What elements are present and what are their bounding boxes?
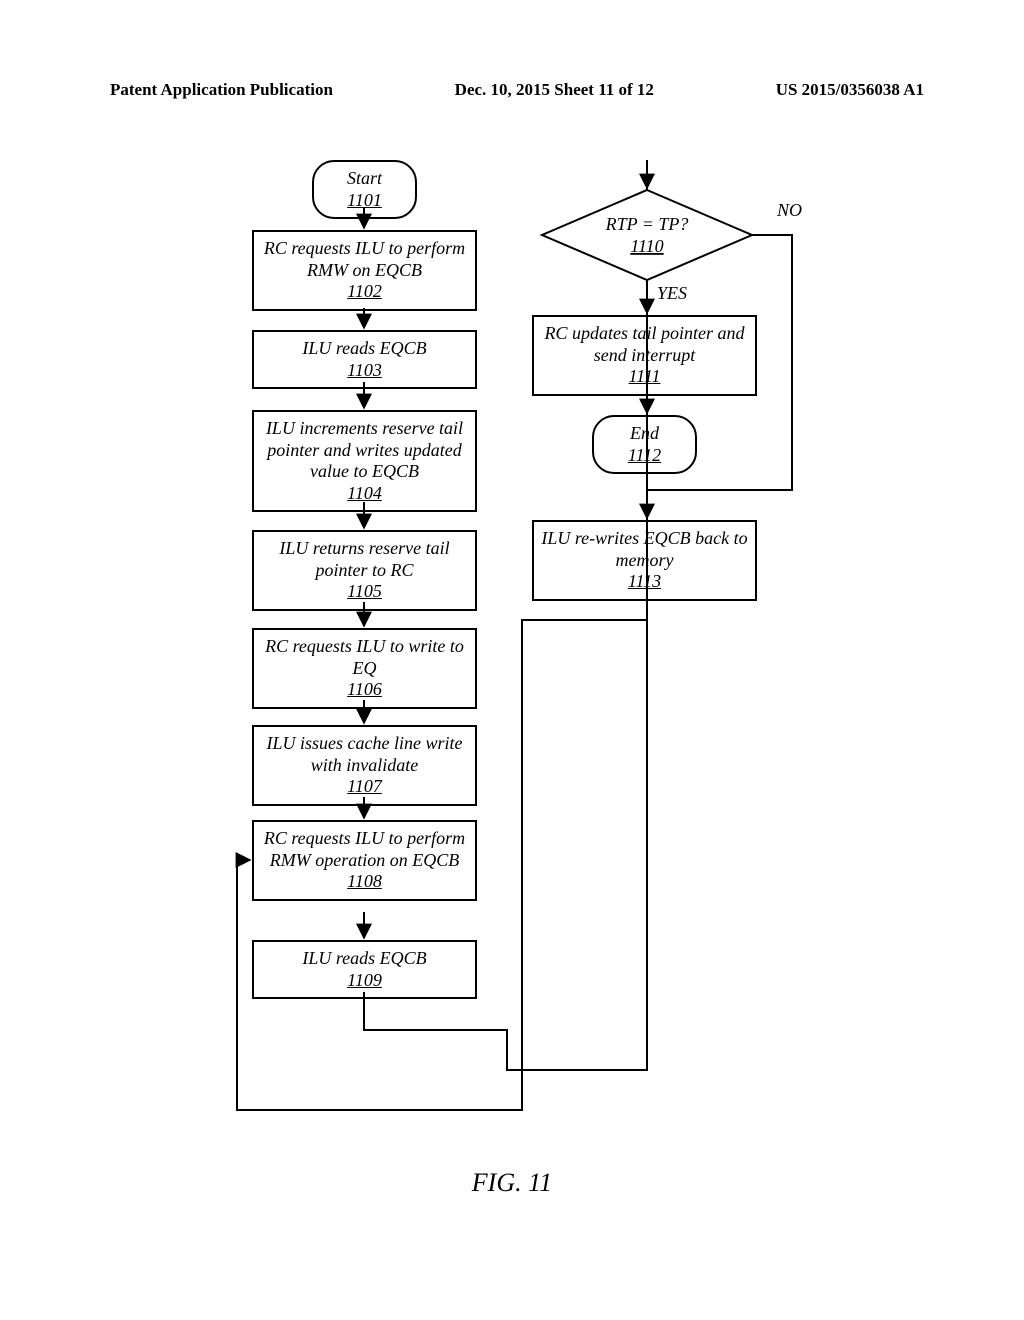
- node-1105: ILU returns reserve tail pointer to RC 1…: [252, 530, 477, 611]
- node-1105-text: ILU returns reserve tail pointer to RC: [279, 538, 449, 580]
- node-1107-ref: 1107: [258, 776, 471, 798]
- node-1106: RC requests ILU to write to EQ 1106: [252, 628, 477, 709]
- node-1113-ref: 1113: [538, 571, 751, 593]
- node-end-text: End: [630, 423, 659, 443]
- node-end-ref: 1112: [598, 445, 691, 467]
- flowchart: Start 1101 RC requests ILU to perform RM…: [232, 150, 812, 1150]
- node-start-text: Start: [347, 168, 382, 188]
- node-1103-text: ILU reads EQCB: [302, 338, 426, 358]
- node-1105-ref: 1105: [258, 581, 471, 603]
- node-1102: RC requests ILU to perform RMW on EQCB 1…: [252, 230, 477, 311]
- node-1103-ref: 1103: [258, 360, 471, 382]
- header-right: US 2015/0356038 A1: [776, 80, 924, 100]
- node-1109: ILU reads EQCB 1109: [252, 940, 477, 999]
- node-1104-ref: 1104: [258, 483, 471, 505]
- node-1104: ILU increments reserve tail pointer and …: [252, 410, 477, 512]
- header-left: Patent Application Publication: [110, 80, 333, 100]
- node-1102-text: RC requests ILU to perform RMW on EQCB: [264, 238, 465, 280]
- node-1111-text: RC updates tail pointer and send interru…: [545, 323, 745, 365]
- node-1103: ILU reads EQCB 1103: [252, 330, 477, 389]
- svg-text:1110: 1110: [630, 236, 663, 256]
- node-start-ref: 1101: [318, 190, 411, 212]
- svg-text:RTP = TP?: RTP = TP?: [605, 214, 689, 234]
- header-center: Dec. 10, 2015 Sheet 11 of 12: [455, 80, 654, 100]
- node-1106-text: RC requests ILU to write to EQ: [265, 636, 464, 678]
- node-1108-ref: 1108: [258, 871, 471, 893]
- node-1108-text: RC requests ILU to perform RMW operation…: [264, 828, 465, 870]
- node-1111: RC updates tail pointer and send interru…: [532, 315, 757, 396]
- node-1111-ref: 1111: [538, 366, 751, 388]
- node-1107-text: ILU issues cache line write with invalid…: [267, 733, 463, 775]
- label-no: NO: [777, 200, 802, 221]
- node-end: End 1112: [592, 415, 697, 474]
- node-1110: RTP = TP? 1110: [542, 190, 752, 280]
- page-header: Patent Application Publication Dec. 10, …: [0, 0, 1024, 100]
- node-1109-ref: 1109: [258, 970, 471, 992]
- node-1102-ref: 1102: [258, 281, 471, 303]
- node-start: Start 1101: [312, 160, 417, 219]
- figure-caption: FIG. 11: [0, 1168, 1024, 1198]
- node-1113-text: ILU re-writes EQCB back to memory: [541, 528, 747, 570]
- node-1113: ILU re-writes EQCB back to memory 1113: [532, 520, 757, 601]
- label-yes: YES: [657, 283, 687, 304]
- node-1107: ILU issues cache line write with invalid…: [252, 725, 477, 806]
- node-1104-text: ILU increments reserve tail pointer and …: [266, 418, 463, 481]
- node-1109-text: ILU reads EQCB: [302, 948, 426, 968]
- node-1108: RC requests ILU to perform RMW operation…: [252, 820, 477, 901]
- node-1106-ref: 1106: [258, 679, 471, 701]
